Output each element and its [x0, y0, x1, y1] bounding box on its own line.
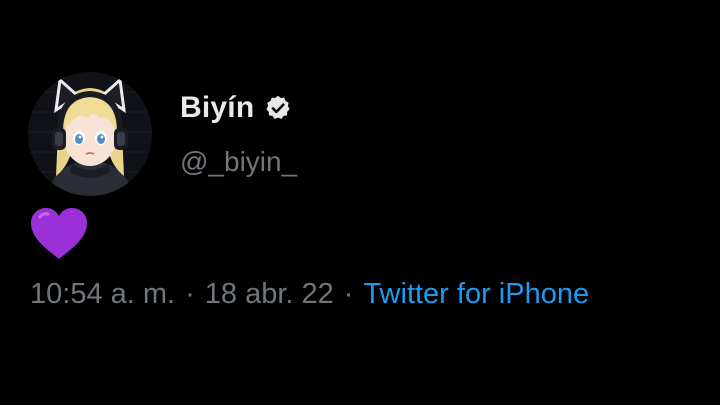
- avatar-image: [28, 72, 152, 196]
- tweet-date[interactable]: 18 abr. 22: [205, 278, 334, 311]
- tweet-source-link[interactable]: Twitter for iPhone: [363, 278, 589, 311]
- avatar[interactable]: [28, 72, 152, 196]
- display-name-row: Biyín: [180, 88, 297, 128]
- purple-heart-icon: [31, 208, 87, 259]
- author-info: Biyín @_biyin_: [180, 88, 297, 178]
- tweet-text: [28, 205, 90, 261]
- user-handle[interactable]: @_biyin_: [180, 146, 297, 178]
- meta-separator: ·: [343, 278, 354, 310]
- verified-badge-icon: [264, 94, 292, 122]
- meta-separator: ·: [185, 278, 195, 310]
- tweet-time[interactable]: 10:54 a. m.: [30, 278, 175, 311]
- tweet-card: Biyín @_biyin_ 10:54 a. m. · 18 abr. 22 …: [0, 0, 720, 405]
- display-name[interactable]: Biyín: [180, 91, 254, 125]
- tweet-metadata: 10:54 a. m. · 18 abr. 22 · Twitter for i…: [30, 278, 589, 311]
